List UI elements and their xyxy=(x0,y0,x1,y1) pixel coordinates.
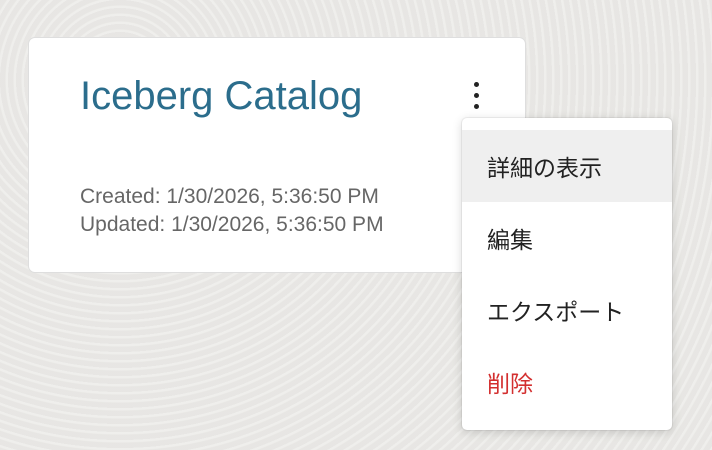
created-timestamp: Created: 1/30/2026, 5:36:50 PM xyxy=(80,185,379,208)
updated-timestamp: Updated: 1/30/2026, 5:36:50 PM xyxy=(80,213,384,236)
card-metadata: Created: 1/30/2026, 5:36:50 PM Updated: … xyxy=(80,183,384,239)
catalog-card[interactable]: Iceberg Catalog Created: 1/30/2026, 5:36… xyxy=(28,37,526,273)
context-menu: 詳細の表示 編集 エクスポート 削除 xyxy=(462,118,672,430)
menu-item-delete[interactable]: 削除 xyxy=(462,346,672,418)
more-options-button[interactable] xyxy=(461,76,491,114)
menu-item-view-details[interactable]: 詳細の表示 xyxy=(462,130,672,202)
menu-item-edit[interactable]: 編集 xyxy=(462,202,672,274)
card-title[interactable]: Iceberg Catalog xyxy=(80,74,362,118)
kebab-vertical-icon xyxy=(473,81,479,87)
menu-item-export[interactable]: エクスポート xyxy=(462,274,672,346)
